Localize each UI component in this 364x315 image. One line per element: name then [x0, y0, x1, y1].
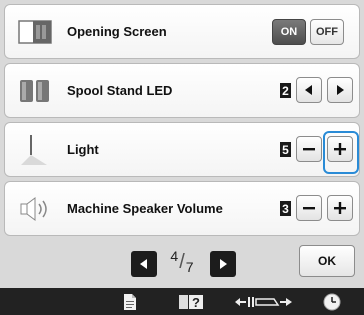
- bottom-toolbar: ?: [0, 288, 364, 315]
- ok-button[interactable]: OK: [299, 245, 355, 277]
- setting-row-light: Light 5: [4, 122, 360, 177]
- spool-stand-led-increase-button[interactable]: [327, 77, 353, 103]
- spool-stand-led-value: 2: [280, 83, 291, 98]
- left-arrow-icon: [140, 259, 147, 269]
- next-page-button[interactable]: [210, 251, 236, 277]
- minus-icon: [303, 148, 315, 151]
- speaker-icon: [17, 192, 53, 226]
- right-arrow-icon: [220, 259, 227, 269]
- light-increase-button[interactable]: [327, 136, 353, 162]
- opening-screen-on-button[interactable]: ON: [272, 19, 306, 45]
- right-arrow-icon: [337, 85, 344, 95]
- light-label: Light: [67, 142, 99, 157]
- plus-icon: [334, 143, 346, 155]
- page-indicator: 4 / 7: [160, 247, 204, 277]
- setting-row-speaker-volume: Machine Speaker Volume 3: [4, 181, 360, 236]
- settings-screen: Opening Screen ON OFF Spool Stand LED 2: [0, 0, 364, 315]
- speaker-volume-decrease-button[interactable]: [296, 195, 322, 221]
- svg-text:?: ?: [192, 295, 200, 310]
- opening-screen-icon: [17, 15, 53, 49]
- page-separator: /: [179, 250, 185, 273]
- speaker-volume-label: Machine Speaker Volume: [67, 201, 223, 216]
- opening-screen-label: Opening Screen: [67, 24, 167, 39]
- light-value: 5: [280, 142, 291, 157]
- minus-icon: [303, 207, 315, 210]
- left-arrow-icon: [305, 85, 312, 95]
- setting-row-opening-screen: Opening Screen ON OFF: [4, 4, 360, 59]
- plus-icon: [334, 202, 346, 214]
- spool-stand-led-decrease-button[interactable]: [296, 77, 322, 103]
- spool-stand-icon: [17, 74, 53, 108]
- previous-page-button[interactable]: [131, 251, 157, 277]
- speaker-volume-value: 3: [280, 201, 291, 216]
- speaker-volume-increase-button[interactable]: [327, 195, 353, 221]
- clock-icon[interactable]: [320, 290, 344, 313]
- light-decrease-button[interactable]: [296, 136, 322, 162]
- spool-stand-led-label: Spool Stand LED: [67, 83, 173, 98]
- help-icon[interactable]: ?: [176, 290, 206, 313]
- current-page: 4: [170, 248, 179, 264]
- setting-row-spool-stand-led: Spool Stand LED 2: [4, 63, 360, 118]
- needle-light-icon: [17, 133, 53, 167]
- total-pages: 7: [185, 259, 194, 275]
- page-icon[interactable]: [118, 290, 142, 313]
- opening-screen-off-button[interactable]: OFF: [310, 19, 344, 45]
- presser-foot-icon[interactable]: [232, 290, 296, 313]
